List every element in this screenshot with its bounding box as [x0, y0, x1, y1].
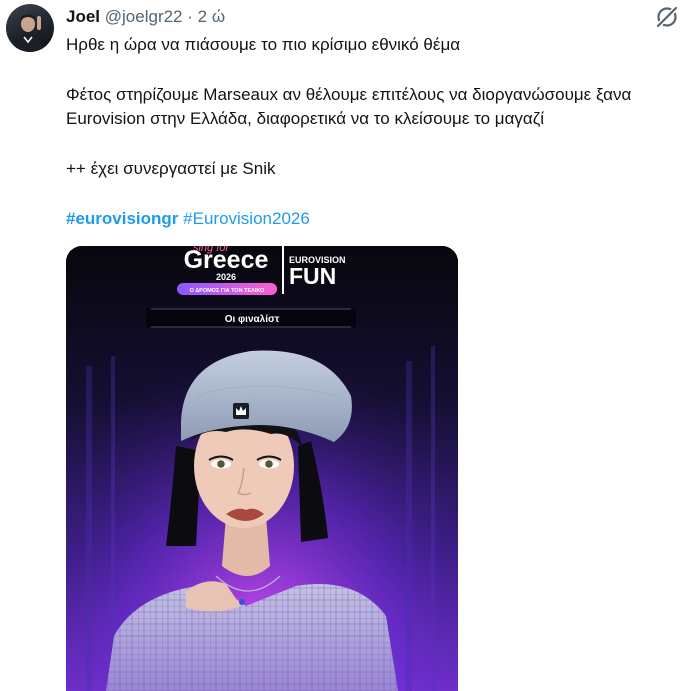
- avatar-image: [14, 14, 44, 52]
- tweet-media[interactable]: sing for Greece 2026 Ο ΔΡΟΜΟΣ ΓΙΑ ΤΟΝ ΤΕ…: [66, 246, 458, 691]
- grok-icon[interactable]: [654, 4, 680, 30]
- tweet-header: Joel @joelgr22 · 2 ώ: [66, 6, 225, 28]
- tweet-text-line-1: Ηρθε η ώρα να πιάσουμε το πιο κρίσιμο εθ…: [66, 35, 461, 54]
- tweet-text-line-4: ++ έχει συνεργαστεί με Snik: [66, 159, 276, 178]
- author-handle[interactable]: @joelgr22: [105, 7, 183, 26]
- media-image: sing for Greece 2026 Ο ΔΡΟΜΟΣ ΓΙΑ ΤΟΝ ΤΕ…: [66, 246, 458, 691]
- logo-pill-text: Ο ΔΡΟΜΟΣ ΓΙΑ ΤΟΝ ΤΕΛΙΚΟ: [190, 288, 266, 294]
- header-separator: ·: [187, 7, 193, 26]
- hashtag-row: #eurovisiongr #Eurovision2026: [66, 208, 310, 230]
- author-name[interactable]: Joel: [66, 7, 100, 26]
- logo-title: Greece: [184, 246, 269, 274]
- hashtag-eurovisiongr[interactable]: #eurovisiongr: [66, 209, 178, 228]
- brand-bottom-text: FUN: [289, 263, 336, 289]
- tweet-timestamp[interactable]: 2 ώ: [198, 7, 225, 26]
- logo-year: 2026: [216, 272, 236, 282]
- avatar[interactable]: [6, 4, 54, 52]
- tweet-text-line-2: Φέτος στηρίζουμε Marseaux αν θέλουμε επι…: [66, 85, 632, 104]
- banner-text: Οι φιναλίστ: [225, 314, 280, 325]
- tweet-text-line-3: Eurovision στην Ελλάδα, διαφορετικά να τ…: [66, 109, 545, 128]
- hashtag-eurovision2026[interactable]: #Eurovision2026: [183, 209, 310, 228]
